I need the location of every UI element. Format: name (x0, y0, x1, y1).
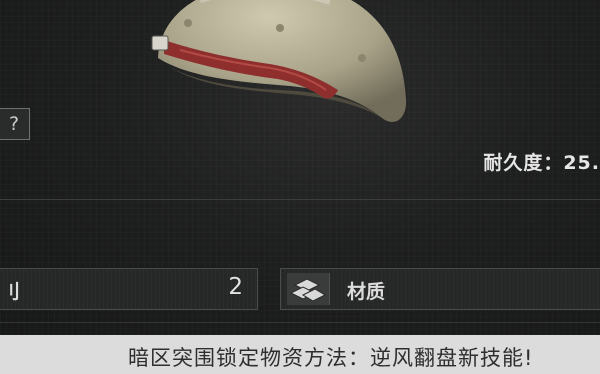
material-label: 材质 (347, 281, 386, 303)
bottom-divider (0, 322, 600, 323)
durability-readout: 耐久度：25. (483, 152, 600, 174)
stat-row-left: 刂 2 (0, 268, 258, 310)
helmet-item-image (151, 0, 407, 122)
stacked-ingots-icon (287, 273, 330, 305)
help-icon: ? (8, 113, 20, 135)
caption-banner: 暗区突围锁定物资方法：逆风翻盘新技能! (0, 335, 600, 374)
caption-text: 暗区突围锁定物资方法：逆风翻盘新技能! (128, 346, 534, 370)
stat-label-left: 刂 (1, 281, 21, 303)
section-divider (0, 199, 600, 200)
stat-value-left: 2 (228, 274, 243, 300)
stat-row-material: 材质 (280, 268, 600, 310)
item-detail-panel: ? 耐久度：25. 刂 2 材质 (0, 0, 600, 335)
help-button[interactable]: ? (0, 108, 30, 140)
